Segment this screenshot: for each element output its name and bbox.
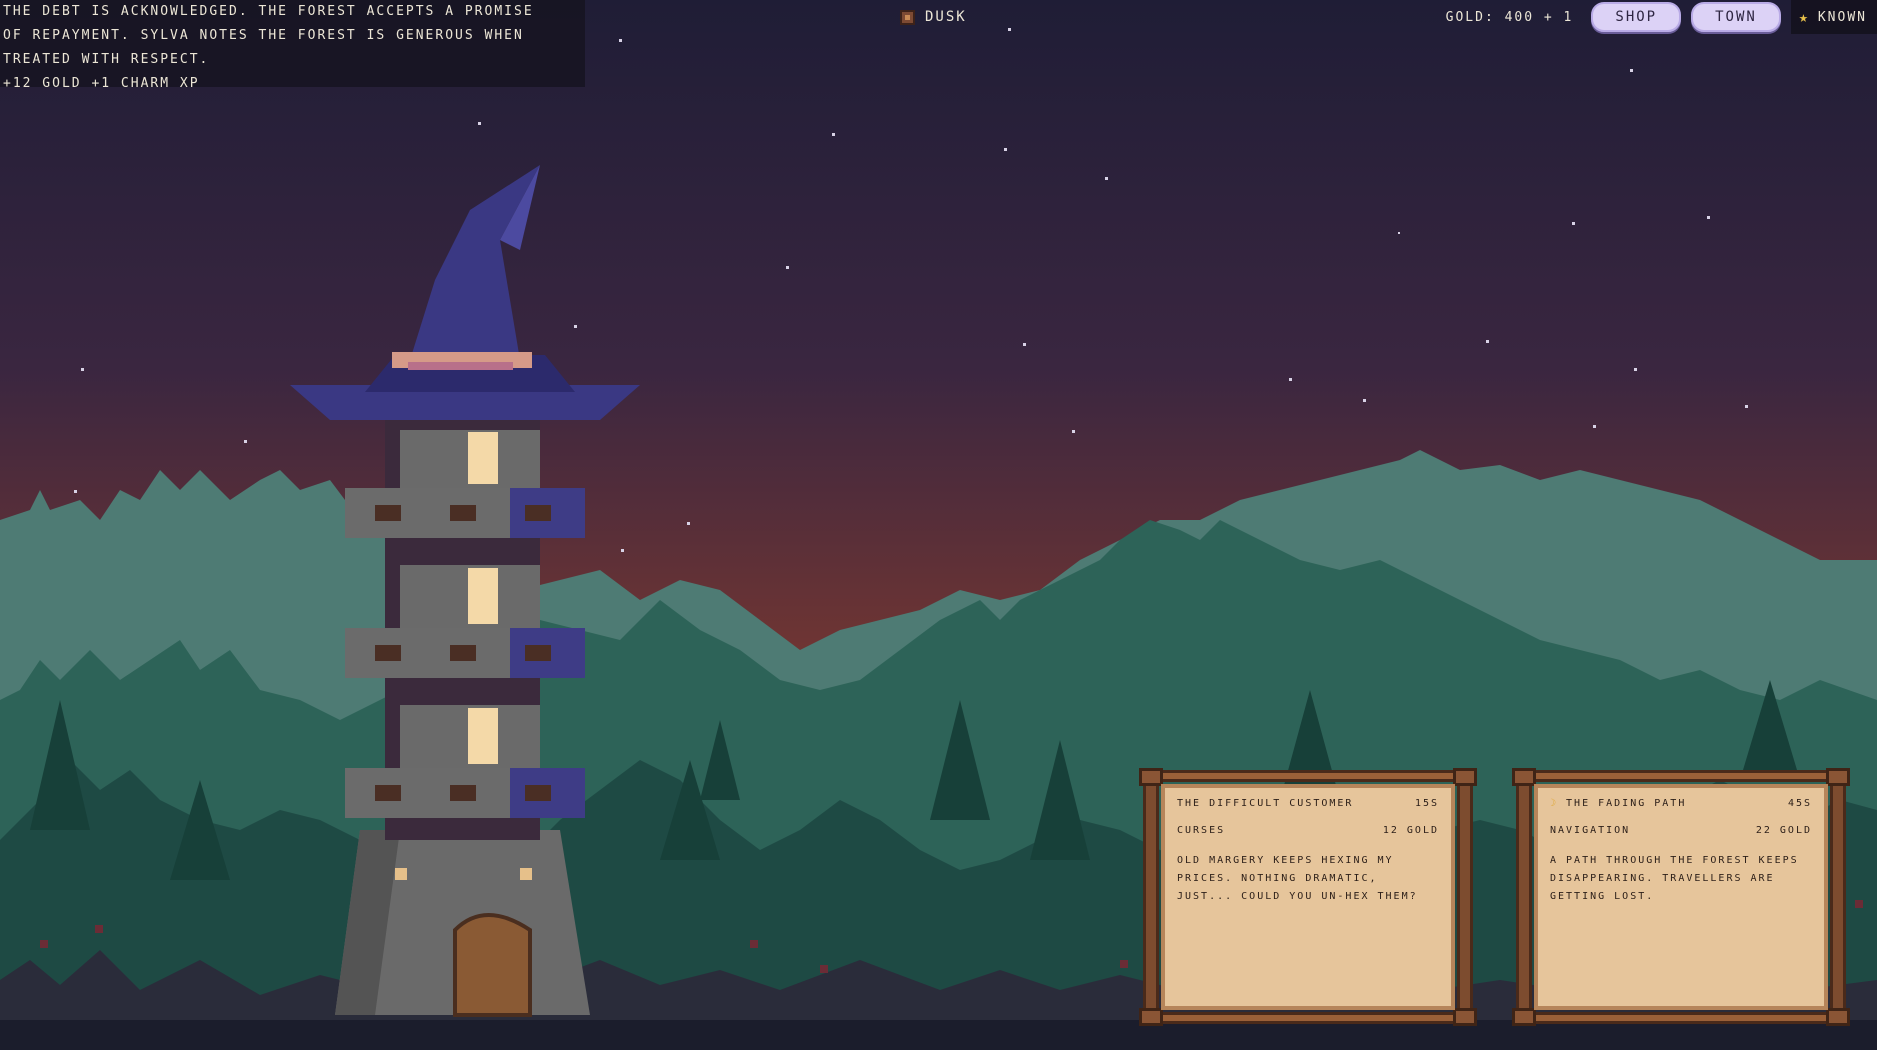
known-label: KNOWN — [1817, 9, 1867, 25]
log-line: OF REPAYMENT. SYLVA NOTES THE FOREST IS … — [3, 28, 524, 43]
known-button[interactable]: ★ KNOWN — [1790, 0, 1877, 34]
board-cap — [1826, 768, 1850, 786]
quest-skill: CURSES — [1177, 825, 1226, 836]
shop-button[interactable]: SHOP — [1591, 2, 1682, 32]
log-line: THE DEBT IS ACKNOWLEDGED. THE FOREST ACC… — [3, 4, 534, 19]
quest-time: 45S — [1787, 798, 1812, 809]
board-cap — [1512, 768, 1536, 786]
log-line: TREATED WITH RESPECT. — [3, 52, 210, 67]
quest-description: OLD MARGERY KEEPS HEXING MY PRICES. NOTH… — [1177, 855, 1418, 902]
quest-board-2[interactable]: ☽ THE FADING PATH 45S NAVIGATION 22 GOLD … — [1512, 768, 1850, 1026]
quest-reward: 22 GOLD — [1755, 825, 1812, 836]
star-icon: ★ — [1798, 8, 1810, 26]
quest-title: THE DIFFICULT CUSTOMER — [1177, 798, 1354, 809]
quest-paper: THE DIFFICULT CUSTOMER 15S CURSES 12 GOL… — [1161, 784, 1455, 1010]
time-label: DUSK — [925, 9, 967, 25]
top-right-hud: GOLD: 400 + 1 SHOP TOWN ★ KNOWN — [1446, 0, 1877, 34]
gold-counter: GOLD: 400 + 1 — [1445, 9, 1574, 25]
board-frame-top — [1524, 770, 1838, 782]
log-reward: +12 GOLD +1 CHARM XP — [3, 76, 200, 91]
board-post-left — [1516, 768, 1532, 1026]
board-post-left — [1143, 768, 1159, 1026]
quest-reward: 12 GOLD — [1382, 825, 1439, 836]
quest-skill: NAVIGATION — [1550, 825, 1631, 836]
moon-icon: ☽ — [1550, 798, 1559, 809]
quest-time: 15S — [1414, 798, 1439, 809]
board-frame-top — [1151, 770, 1465, 782]
board-frame-bottom — [1151, 1012, 1465, 1024]
board-cap — [1453, 1008, 1477, 1026]
quest-title: THE FADING PATH — [1566, 798, 1687, 809]
clock-icon — [900, 9, 915, 25]
board-post-right — [1830, 768, 1846, 1026]
board-cap — [1453, 768, 1477, 786]
board-post-right — [1457, 768, 1473, 1026]
board-cap — [1826, 1008, 1850, 1026]
board-cap — [1512, 1008, 1536, 1026]
quest-description: A PATH THROUGH THE FOREST KEEPS DISAPPEA… — [1550, 855, 1799, 902]
board-cap — [1139, 1008, 1163, 1026]
board-cap — [1139, 768, 1163, 786]
time-of-day: DUSK — [900, 6, 967, 28]
town-button[interactable]: TOWN — [1691, 2, 1781, 32]
message-log: THE DEBT IS ACKNOWLEDGED. THE FOREST ACC… — [0, 0, 585, 91]
tower-door — [453, 913, 532, 1017]
tower-windows — [468, 432, 498, 764]
quest-paper: ☽ THE FADING PATH 45S NAVIGATION 22 GOLD … — [1534, 784, 1828, 1010]
tower-balconies — [345, 488, 585, 818]
board-frame-bottom — [1524, 1012, 1838, 1024]
quest-board-1[interactable]: THE DIFFICULT CUSTOMER 15S CURSES 12 GOL… — [1139, 768, 1477, 1026]
